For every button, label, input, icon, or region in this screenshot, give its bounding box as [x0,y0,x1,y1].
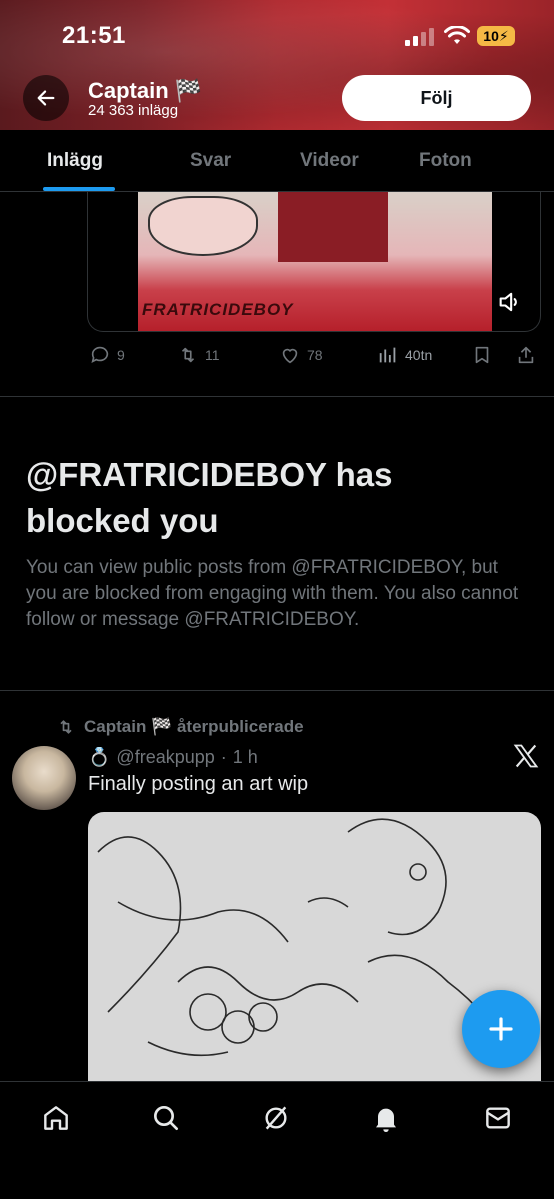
media-caption: FRATRICIDEBOY [142,300,294,319]
repost-context[interactable]: Captain 🏁 återpublicerade [56,717,304,737]
repost-label: Captain 🏁 återpublicerade [84,717,304,736]
nav-home[interactable] [38,1100,74,1136]
nav-search[interactable] [148,1100,184,1136]
x-logo-icon [513,744,539,768]
post-count: 24 363 inlägg [88,102,179,119]
plus-icon [489,1017,513,1041]
battery-level: 10 [483,28,499,44]
repost-icon [181,347,195,363]
view-count: 40tn [405,347,433,363]
speaker-muted-icon[interactable] [496,288,524,316]
repost-icon [60,720,72,734]
author-emoji: 💍 [88,747,111,767]
repost-button[interactable]: 11 [177,344,220,366]
repost-count: 11 [205,347,220,363]
avatar[interactable] [12,746,76,810]
post-author-meta[interactable]: 💍 @freakpupp · 1 h [88,747,258,768]
author-handle[interactable]: @freakpupp [116,747,214,768]
share-icon [518,346,534,364]
arrow-left-icon [37,90,55,106]
wifi-icon [444,26,470,44]
search-icon [154,1106,178,1130]
profile-tabs: Inlägg Svar Videor Foton [0,130,554,192]
post-time: 1 h [232,747,258,767]
post-media[interactable]: FRATRICIDEBOY [87,192,541,332]
like-button[interactable]: 78 [279,344,323,366]
reply-icon [91,346,109,363]
post-actions: 9 11 78 40tn [87,340,541,372]
status-bar: 21:51 10⚡ [0,0,554,70]
bottom-navigation [0,1081,554,1199]
home-icon [44,1106,68,1130]
nav-grok[interactable] [258,1100,294,1136]
heart-icon [282,348,298,364]
tab-replies[interactable]: Svar [190,150,231,172]
cartoon-face [148,196,258,256]
nav-messages[interactable] [480,1100,516,1136]
back-button[interactable] [23,75,69,121]
reply-button[interactable]: 9 [89,344,125,366]
post-divider [0,396,554,397]
tab-posts[interactable]: Inlägg [47,150,103,172]
blocked-description: You can view public posts from @FRATRICI… [26,557,519,630]
active-tab-indicator [43,187,115,191]
messages-icon [486,1107,510,1129]
section-divider [0,690,554,691]
status-time: 21:51 [62,22,126,49]
tab-photos[interactable]: Foton [419,150,472,172]
compose-button[interactable] [462,990,540,1068]
battery-indicator: 10⚡ [477,26,515,46]
blocked-title: @FRATRICIDEBOY has blocked you [26,456,393,539]
like-count: 78 [307,347,323,363]
media-shadow [278,192,388,262]
share-button[interactable] [515,344,537,366]
post-text: Finally posting an art wip [88,773,309,795]
follow-button[interactable]: Följ [342,75,531,121]
bookmark-icon [475,346,489,364]
meta-separator: · [220,747,227,767]
nav-notifications[interactable] [368,1100,404,1136]
profile-name: Captain 🏁 [88,78,203,103]
reply-count: 9 [117,347,125,363]
views-chart-icon [379,347,396,363]
cellular-signal-icon [405,28,435,46]
bookmark-button[interactable] [471,344,493,366]
notifications-icon [376,1108,396,1132]
views-button[interactable]: 40tn [377,344,432,366]
tab-videos[interactable]: Videor [300,150,359,172]
video-thumbnail[interactable]: FRATRICIDEBOY [138,192,492,331]
grok-icon [265,1106,287,1130]
